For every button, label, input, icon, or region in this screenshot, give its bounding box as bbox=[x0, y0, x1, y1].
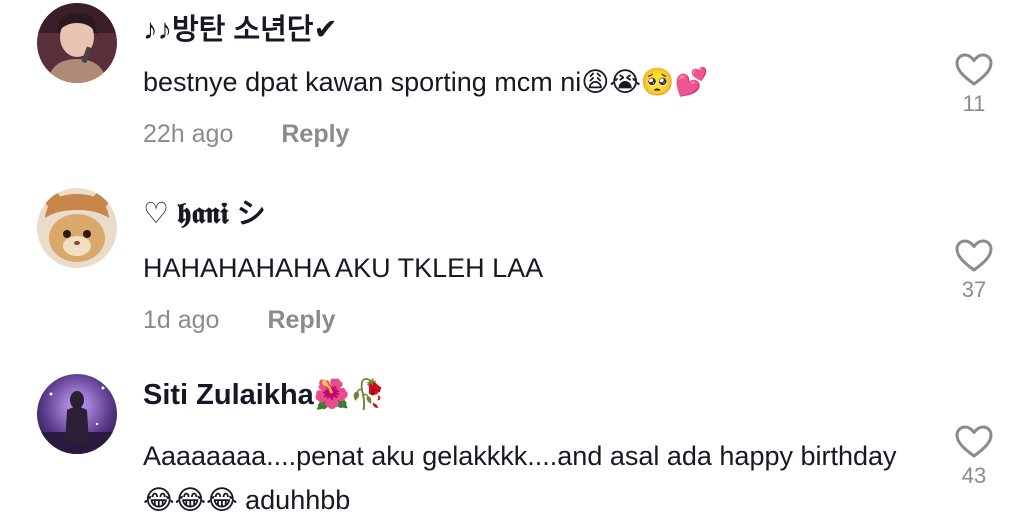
avatar[interactable] bbox=[37, 3, 117, 83]
comment-username[interactable]: ♪♪방탄 소년단✔ bbox=[143, 6, 338, 48]
reply-button[interactable]: Reply bbox=[281, 120, 349, 148]
comment-username[interactable]: ♡ 𝖍𝖆𝖓𝖎 シ bbox=[143, 190, 266, 232]
comment-text: Aaaaaaaa....penat aku gelakkkk....and as… bbox=[143, 441, 897, 515]
reply-button[interactable]: Reply bbox=[267, 306, 335, 334]
comment-username[interactable]: Siti Zulaikha🌺🥀 bbox=[143, 378, 386, 412]
like-count: 37 bbox=[961, 277, 987, 302]
avatar[interactable] bbox=[37, 374, 117, 454]
heart-outline-icon[interactable] bbox=[955, 53, 993, 87]
comment-text: bestnye dpat kawan sporting mcm ni😩😭🥺💕 bbox=[143, 67, 709, 97]
like-count: 11 bbox=[962, 91, 986, 116]
avatar[interactable] bbox=[37, 188, 117, 268]
comment-timestamp: 1d ago bbox=[143, 306, 220, 334]
comment-meta: 1d ago Reply bbox=[143, 306, 336, 335]
comment-item: Siti Zulaikha🌺🥀 Aaaaaaaa....penat aku ge… bbox=[0, 360, 1018, 532]
heart-outline-icon[interactable] bbox=[955, 425, 993, 459]
like-control[interactable]: 11 bbox=[952, 53, 996, 117]
comment-meta: 22h ago Reply bbox=[143, 120, 349, 149]
comment-item: ♪♪방탄 소년단✔ bestnye dpat kawan sporting mc… bbox=[0, 0, 1018, 180]
comment-timestamp: 22h ago bbox=[143, 120, 234, 148]
like-control[interactable]: 37 bbox=[952, 239, 996, 303]
heart-outline-icon[interactable] bbox=[955, 239, 993, 273]
comment-item: ♡ 𝖍𝖆𝖓𝖎 シ HAHAHAHAHA AKU TKLEH LAA 1d ago… bbox=[0, 180, 1018, 360]
like-count: 43 bbox=[961, 463, 987, 488]
like-control[interactable]: 43 bbox=[952, 425, 996, 489]
comment-text: HAHAHAHAHA AKU TKLEH LAA bbox=[143, 253, 544, 283]
